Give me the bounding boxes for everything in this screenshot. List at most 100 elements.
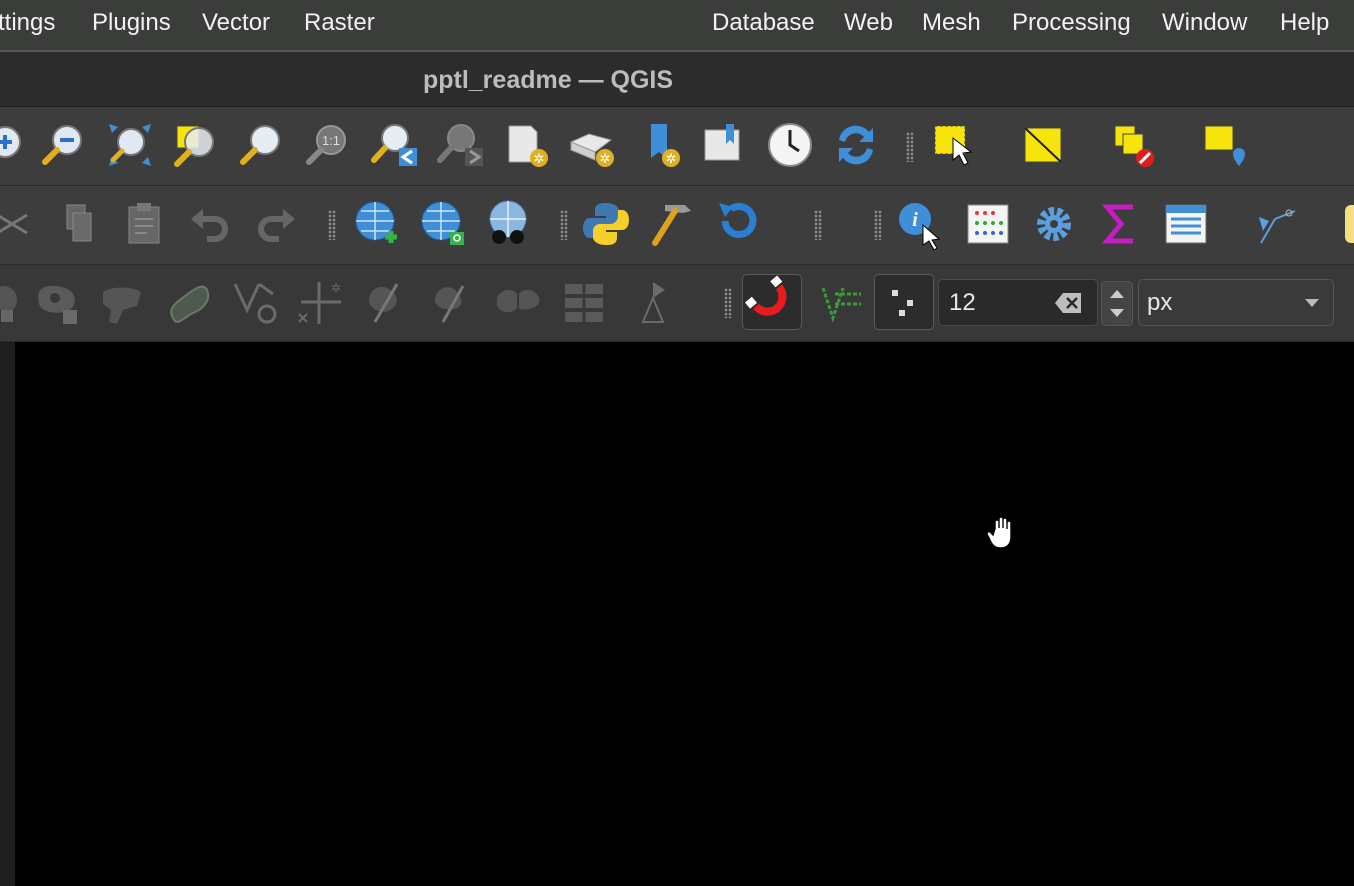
map-navigation-toolbar: 1:1 ✲ ✲ ✲ bbox=[0, 107, 1354, 258]
toolbar-handle[interactable] bbox=[328, 210, 336, 240]
offset-curve-icon bbox=[170, 285, 210, 323]
show-spatial-bookmarks-button[interactable]: ✲ bbox=[638, 119, 690, 171]
zoom-in-button[interactable] bbox=[0, 119, 34, 171]
show-bookmarks-manager-button[interactable] bbox=[698, 119, 750, 171]
clear-input-icon[interactable] bbox=[1055, 292, 1083, 314]
zoom-to-selection-button[interactable] bbox=[170, 119, 222, 171]
split-features-icon bbox=[369, 283, 399, 323]
digitize-vertex-button[interactable] bbox=[1250, 198, 1302, 250]
zoom-native-icon: 1:1 bbox=[306, 125, 346, 165]
spin-box-arrows-icon[interactable] bbox=[1101, 281, 1133, 326]
offset-curve-button[interactable] bbox=[162, 277, 214, 329]
toolbar-handle[interactable] bbox=[874, 210, 882, 240]
merge-attributes-icon bbox=[497, 289, 540, 313]
split-features-button[interactable] bbox=[360, 277, 412, 329]
map-canvas[interactable] bbox=[15, 342, 1354, 886]
zoom-out-button[interactable] bbox=[38, 119, 90, 171]
temporal-controller-button[interactable] bbox=[764, 119, 816, 171]
reshape-features-button[interactable] bbox=[96, 277, 148, 329]
menu-raster[interactable]: Raster bbox=[304, 9, 375, 37]
menu-settings[interactable]: ttings bbox=[0, 9, 55, 37]
snapping-tolerance-input[interactable]: 12 bbox=[938, 279, 1098, 326]
options-button[interactable] bbox=[1028, 198, 1080, 250]
left-dock-edge[interactable] bbox=[0, 342, 16, 886]
zoom-next-button[interactable] bbox=[434, 119, 486, 171]
snapping-type-icon bbox=[892, 290, 913, 316]
attribute-table-button[interactable] bbox=[962, 198, 1014, 250]
menu-processing[interactable]: Processing bbox=[1012, 9, 1131, 37]
delete-ring-button[interactable] bbox=[32, 277, 84, 329]
select-by-location-button[interactable] bbox=[1200, 119, 1252, 171]
snapping-tolerance-value: 12 bbox=[949, 289, 976, 316]
processing-toolbox-button[interactable] bbox=[646, 198, 698, 250]
reload-plugin-button[interactable] bbox=[712, 198, 764, 250]
rotate-point-symbols-button[interactable] bbox=[558, 277, 610, 329]
svg-text:✲: ✲ bbox=[534, 151, 545, 166]
select-features-button[interactable] bbox=[928, 119, 980, 171]
zoom-native-button[interactable]: 1:1 bbox=[302, 119, 354, 171]
add-wms-layer-button[interactable] bbox=[350, 198, 402, 250]
menu-mesh[interactable]: Mesh bbox=[922, 9, 981, 37]
toolbar-handle[interactable] bbox=[814, 210, 822, 240]
python-console-button[interactable] bbox=[580, 198, 632, 250]
split-parts-button[interactable]: ✲ bbox=[294, 277, 346, 329]
snapping-vertex-mode-button[interactable] bbox=[814, 277, 866, 329]
split-parts-icon: ✲ bbox=[298, 281, 341, 324]
merge-attributes-button[interactable] bbox=[492, 277, 544, 329]
delete-ring-icon bbox=[38, 285, 77, 324]
select-by-polygon-button[interactable] bbox=[1018, 119, 1070, 171]
redo-icon bbox=[258, 209, 295, 242]
chevron-down-icon bbox=[1305, 299, 1319, 307]
triangle-tool-button[interactable] bbox=[626, 277, 678, 329]
redo-button[interactable] bbox=[250, 198, 302, 250]
delete-part-icon bbox=[0, 286, 17, 322]
toolbar-handle[interactable] bbox=[906, 132, 914, 162]
triangle-tool-icon bbox=[641, 282, 665, 323]
vertex-tool-button[interactable] bbox=[228, 277, 280, 329]
svg-text:✲: ✲ bbox=[331, 281, 341, 295]
open-field-calculator-button[interactable] bbox=[1160, 198, 1212, 250]
zoom-last-button[interactable] bbox=[368, 119, 420, 171]
zoom-full-button[interactable] bbox=[104, 119, 156, 171]
zoom-out-icon bbox=[42, 125, 82, 165]
snapping-type-button[interactable] bbox=[874, 274, 934, 330]
show-bookmarks-manager-icon bbox=[704, 124, 740, 161]
pan-hand-cursor-icon bbox=[986, 516, 1012, 549]
menu-plugins[interactable]: Plugins bbox=[92, 9, 171, 37]
merge-features-button[interactable] bbox=[426, 277, 478, 329]
copy-features-icon bbox=[66, 204, 92, 242]
refresh-button[interactable] bbox=[830, 119, 882, 171]
snapping-magnet-icon bbox=[744, 275, 787, 316]
menu-web[interactable]: Web bbox=[844, 9, 893, 37]
edit-and-plugins-toolbar: i bbox=[0, 186, 1354, 415]
snapping-unit-select[interactable]: px bbox=[1138, 279, 1334, 326]
identify-features-button[interactable]: i bbox=[894, 198, 946, 251]
window-title-bar: pptl_readme — QGIS bbox=[0, 52, 1354, 107]
cut-features-button[interactable] bbox=[0, 198, 38, 250]
menu-help[interactable]: Help bbox=[1280, 9, 1329, 37]
delete-part-button[interactable] bbox=[0, 277, 30, 329]
enable-snapping-button[interactable] bbox=[742, 274, 802, 330]
new-3d-map-view-button[interactable]: ✲ bbox=[566, 119, 618, 171]
deselect-features-button[interactable] bbox=[1108, 119, 1160, 171]
identify-features-icon: i bbox=[899, 203, 941, 251]
add-wfs-layer-button[interactable] bbox=[416, 198, 468, 250]
copy-features-button[interactable] bbox=[52, 198, 104, 250]
menu-window[interactable]: Window bbox=[1162, 9, 1247, 37]
new-spatial-bookmark-button[interactable]: ✲ bbox=[500, 119, 552, 171]
menu-vector[interactable]: Vector bbox=[202, 9, 270, 37]
metasearch-button[interactable] bbox=[482, 198, 534, 250]
select-by-location-icon bbox=[1204, 125, 1245, 166]
show-spatial-bookmarks-icon: ✲ bbox=[651, 124, 680, 167]
paste-features-button[interactable] bbox=[118, 198, 170, 250]
toolbar-handle[interactable] bbox=[724, 288, 732, 318]
zoom-in-icon bbox=[0, 126, 21, 158]
undo-icon bbox=[191, 209, 228, 242]
zoom-to-layer-button[interactable] bbox=[236, 119, 288, 171]
annotation-button[interactable] bbox=[1340, 198, 1354, 250]
cut-features-icon bbox=[0, 213, 28, 235]
undo-button[interactable] bbox=[184, 198, 236, 250]
statistics-button[interactable] bbox=[1094, 198, 1146, 250]
menu-database[interactable]: Database bbox=[712, 9, 815, 37]
toolbar-handle[interactable] bbox=[560, 210, 568, 240]
